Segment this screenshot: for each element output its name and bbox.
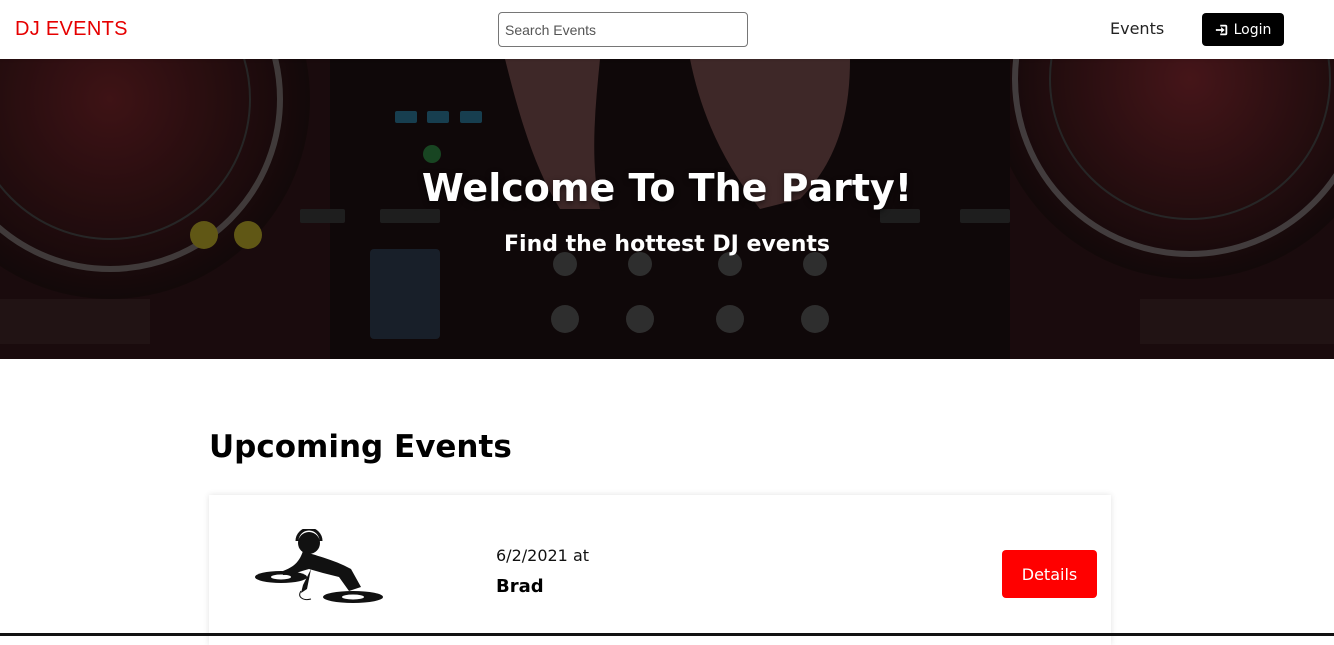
hero-title: Welcome To The Party! <box>421 166 913 210</box>
logo-link[interactable]: DJ EVENTS <box>15 17 128 41</box>
sign-in-icon <box>1215 24 1227 35</box>
section-title: Upcoming Events <box>209 429 512 465</box>
nav-events-link[interactable]: Events <box>1110 19 1164 39</box>
login-button[interactable]: Login <box>1202 13 1284 46</box>
event-name: Brad <box>496 576 544 597</box>
hero-subtitle: Find the hottest DJ events <box>504 232 830 257</box>
event-card: 6/2/2021 at Brad Details <box>209 495 1111 645</box>
details-button[interactable]: Details <box>1002 550 1097 598</box>
login-label: Login <box>1233 21 1272 38</box>
hero-banner: Welcome To The Party! Find the hottest D… <box>0 59 1334 359</box>
search-input[interactable] <box>498 12 748 47</box>
site-header: DJ EVENTS Events Login <box>0 0 1334 59</box>
dj-silhouette-icon <box>255 529 383 603</box>
event-date: 6/2/2021 at <box>496 546 590 565</box>
